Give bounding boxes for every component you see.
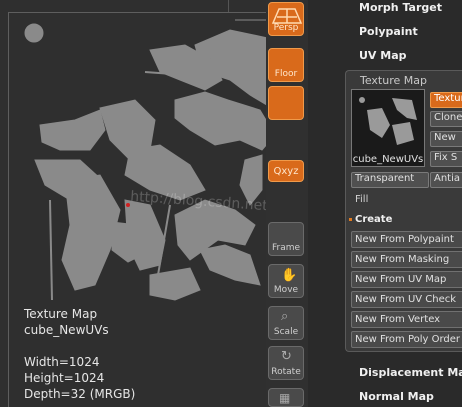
move-label: Move xyxy=(273,285,299,295)
texture-height: Height=1024 xyxy=(24,371,105,385)
menu-normal-map[interactable]: Normal Map xyxy=(359,390,434,403)
clone-button[interactable]: Clone xyxy=(430,111,462,127)
uv-island xyxy=(24,23,44,43)
texture-width: Width=1024 xyxy=(24,355,100,369)
new-from-poly-order-button[interactable]: New From Poly Order xyxy=(351,331,462,348)
hand-icon: ✋ xyxy=(281,268,298,283)
menu-polypaint[interactable]: Polypaint xyxy=(359,25,418,38)
texture-info: Texture Map cube_NewUVs Width=1024 Heigh… xyxy=(24,306,135,402)
new-from-polypaint-button[interactable]: New From Polypaint xyxy=(351,231,462,248)
persp-label: Persp xyxy=(273,23,299,33)
uv-island xyxy=(174,91,266,151)
new-from-vertex-button[interactable]: New From Vertex xyxy=(351,311,462,328)
grid-button[interactable]: ▦ xyxy=(268,388,304,407)
move-button[interactable]: ✋ Move xyxy=(268,264,304,298)
grid-icon: ▦ xyxy=(279,391,291,405)
rotate-icon: ↻ xyxy=(281,349,292,364)
texture-thumbnail[interactable]: cube_NewUVs xyxy=(351,89,425,167)
xyz-button[interactable]: Qxyz xyxy=(268,160,304,182)
fill-label[interactable]: Fill xyxy=(355,194,368,205)
texture-depth: Depth=32 (MRGB) xyxy=(24,387,136,401)
create-label: Create xyxy=(355,214,393,225)
texture-button[interactable]: Texture xyxy=(430,92,462,108)
transparent-button[interactable]: Transparent xyxy=(351,172,429,188)
texture-panel-title[interactable]: Texture Map xyxy=(360,74,427,87)
fix-seam-button[interactable]: Fix S xyxy=(430,151,462,167)
frame-label: Frame xyxy=(271,243,301,253)
floor-label: Floor xyxy=(274,69,298,79)
texture-label: Texture Map xyxy=(24,307,98,321)
texture-map-panel: Texture Map cube_NewUVs Texture Clone Ne… xyxy=(345,70,462,352)
persp-button[interactable]: Persp xyxy=(268,2,304,36)
floor-button[interactable]: Floor xyxy=(268,48,304,82)
uv-island xyxy=(39,109,106,151)
viewport[interactable]: http://blog.csdn.net/sdqq1234 Texture Ma… xyxy=(0,0,342,407)
new-from-uv-map-button[interactable]: New From UV Map xyxy=(351,271,462,288)
menu-morph-target[interactable]: Morph Target xyxy=(359,1,442,14)
uv-island xyxy=(199,244,261,286)
view-toolbar: Persp Floor Qxyz Frame ✋ Move ⌕ Scale ↻ … xyxy=(266,0,308,407)
scale-label: Scale xyxy=(273,327,299,337)
rotate-button[interactable]: ↻ Rotate xyxy=(268,346,304,380)
local-button[interactable] xyxy=(268,86,304,120)
frame-button[interactable]: Frame xyxy=(268,222,304,256)
new-button[interactable]: New xyxy=(430,131,462,147)
scale-button[interactable]: ⌕ Scale xyxy=(268,306,304,340)
create-section[interactable]: Create xyxy=(349,214,392,225)
thumbnail-caption: cube_NewUVs xyxy=(352,154,424,165)
new-from-uv-check-button[interactable]: New From UV Check xyxy=(351,291,462,308)
uv-edge xyxy=(49,199,53,301)
new-from-masking-button[interactable]: New From Masking xyxy=(351,251,462,268)
menu-uv-map[interactable]: UV Map xyxy=(359,49,407,62)
magnifier-icon: ⌕ xyxy=(281,309,289,324)
uv-island xyxy=(61,174,121,291)
rotate-label: Rotate xyxy=(271,367,301,377)
expand-dot-icon xyxy=(349,217,352,221)
thumbnail-preview xyxy=(359,97,417,145)
menu-displacement-map[interactable]: Displacement Map xyxy=(359,366,462,379)
xyz-label: Qxyz xyxy=(273,166,299,177)
antialias-button[interactable]: Antia xyxy=(430,172,462,188)
uv-island xyxy=(111,221,143,263)
texture-name: cube_NewUVs xyxy=(24,323,109,337)
